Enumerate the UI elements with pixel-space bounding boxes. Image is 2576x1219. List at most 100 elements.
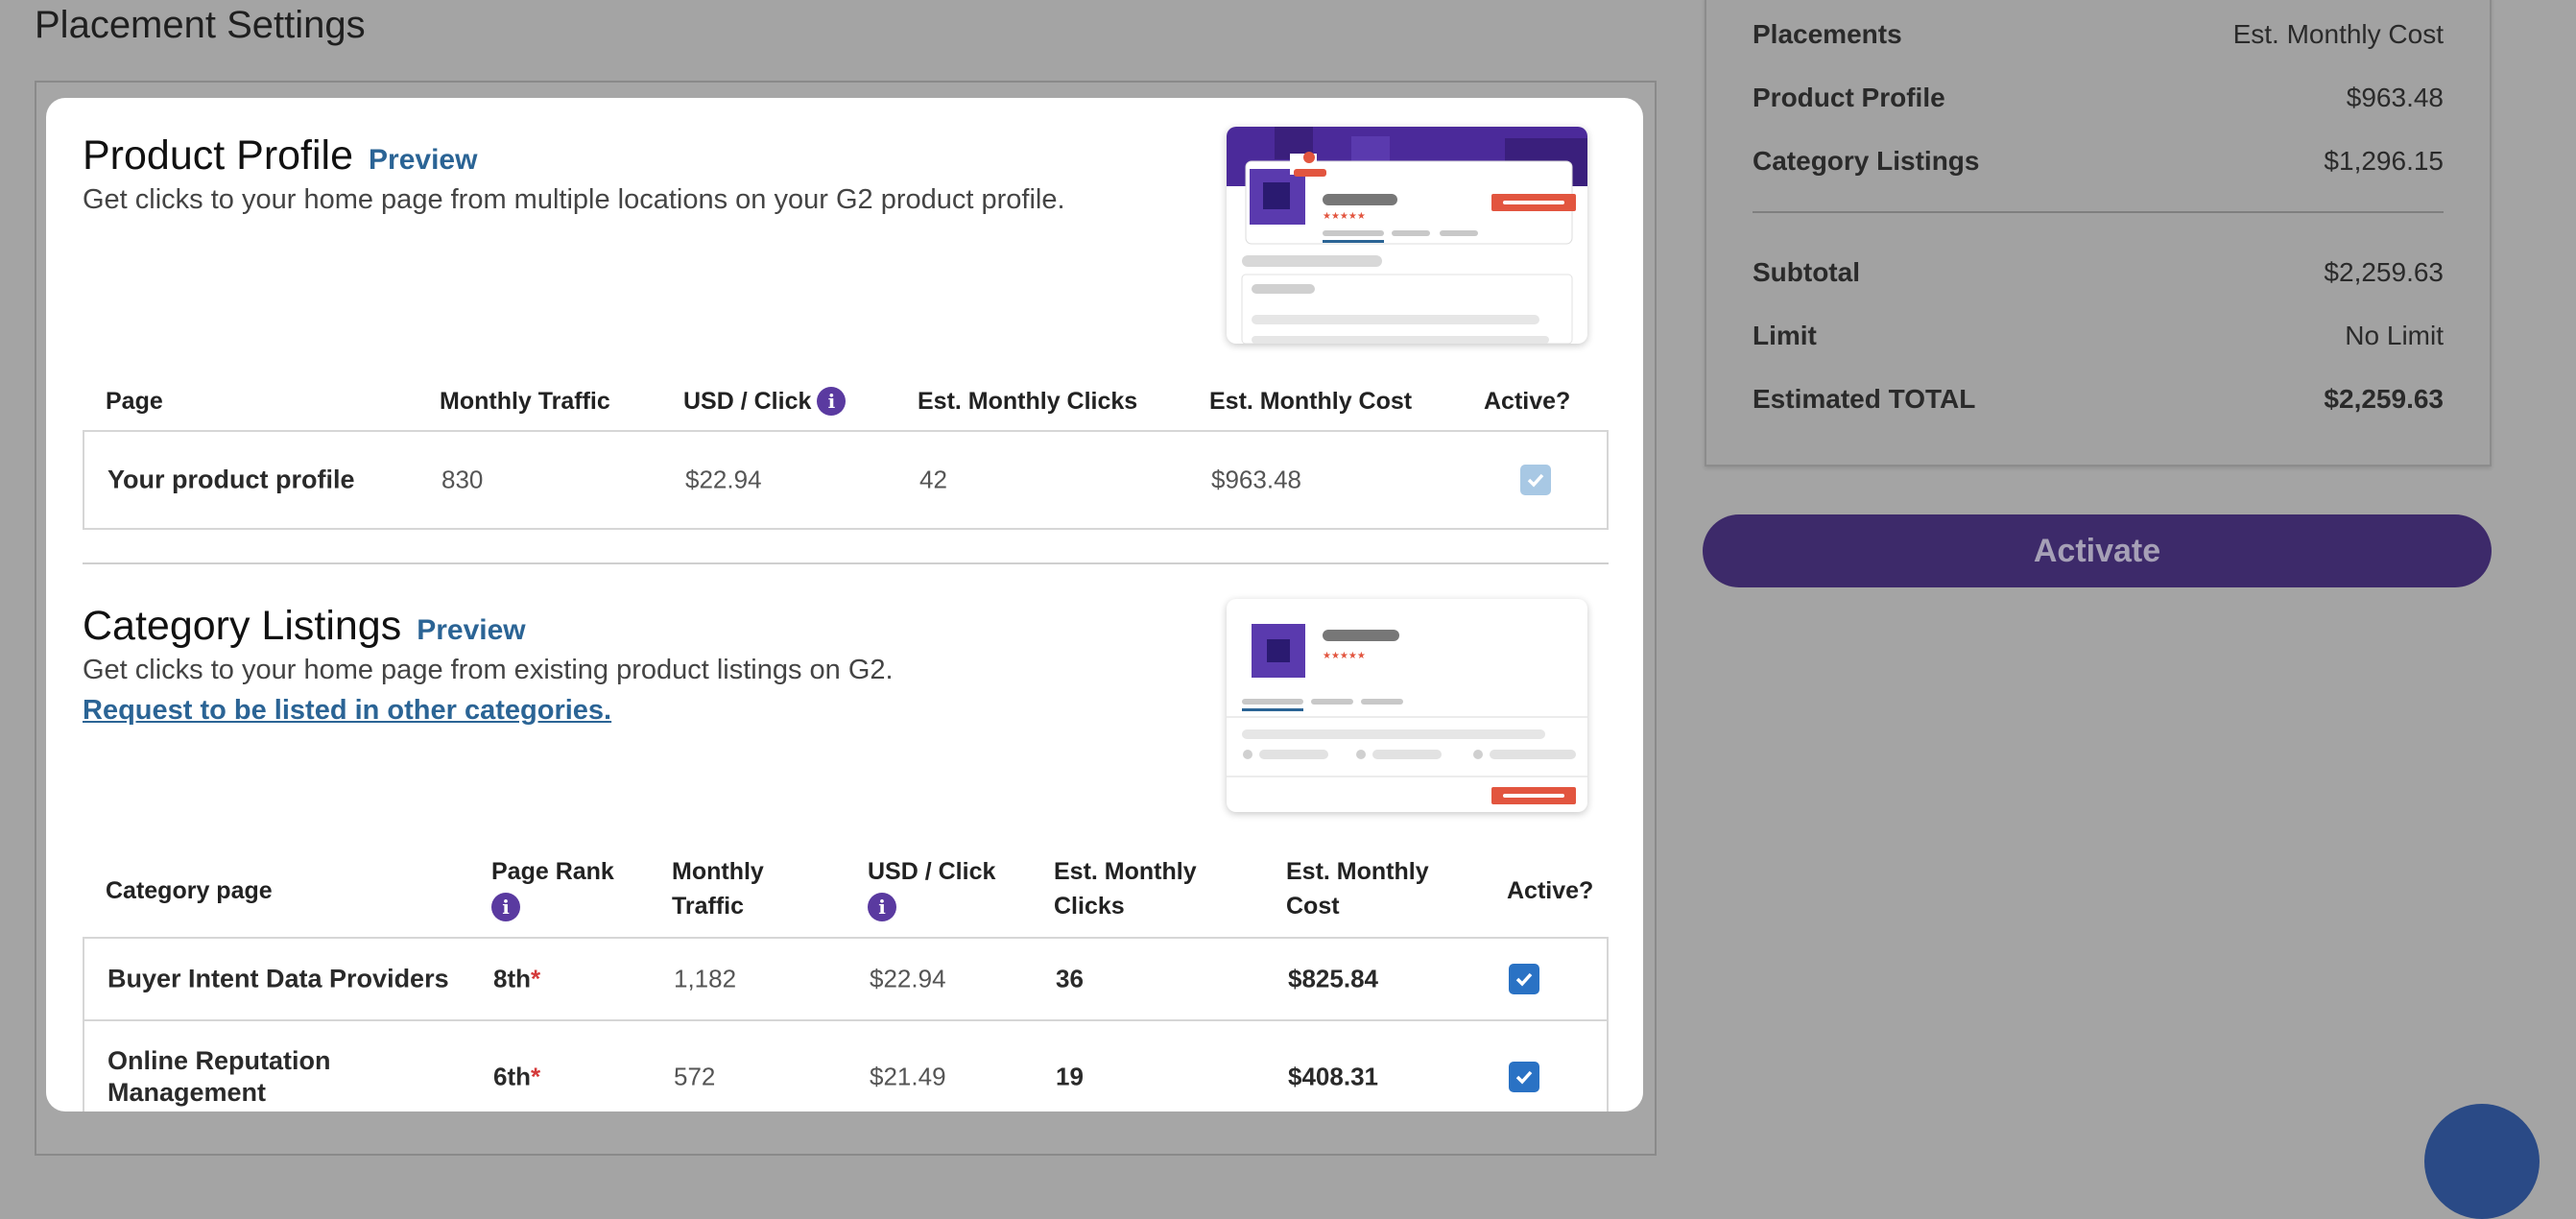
est-monthly-clicks: 36 (1056, 964, 1084, 993)
column-header-label: Traffic (672, 893, 745, 920)
column-header: Category page (106, 877, 273, 904)
monthly-traffic: 830 (441, 465, 484, 494)
column-header-monthly-traffic: Monthly Traffic (672, 854, 764, 923)
subtotal-value: $2,259.63 (2324, 257, 2444, 287)
check-icon (1515, 972, 1533, 987)
total-value: $2,259.63 (2324, 384, 2444, 414)
product-profile-preview-link[interactable]: Preview (369, 144, 477, 177)
page-title: Placement Settings (35, 4, 366, 46)
page-rank-value: 6th (493, 1062, 531, 1091)
page-rank-value: 8th (493, 964, 531, 993)
page-rank: 8th* (493, 965, 540, 994)
category-table: Buyer Intent Data Providers 8th* 1,182 $… (83, 937, 1609, 1111)
activate-button[interactable]: Activate (1703, 514, 2492, 587)
column-header-page-rank: Page Rank i (491, 854, 614, 923)
column-header-label: Cost (1286, 893, 1340, 920)
check-icon (1527, 473, 1544, 488)
category-listings-title: Category Listings (83, 603, 402, 649)
category-listings-description: Get clicks to your home page from existi… (83, 655, 894, 685)
est-monthly-cost: $963.48 (1211, 465, 1301, 494)
summary-header-row: Placements Est. Monthly Cost (1753, 15, 2444, 54)
product-profile-title: Product Profile (83, 132, 354, 179)
svg-text:★★★★★: ★★★★★ (1323, 211, 1366, 222)
info-icon[interactable]: i (868, 893, 896, 922)
rank-asterisk: * (531, 964, 541, 993)
subtotal-label: Subtotal (1753, 257, 1860, 287)
category-name-line: Management (107, 1078, 267, 1107)
column-header-est-monthly-clicks: Est. Monthly Clicks (1054, 854, 1197, 923)
chat-widget-button[interactable] (2424, 1104, 2540, 1219)
category-name: Online Reputation Management (107, 1045, 331, 1109)
column-header-label: USD / Click (868, 858, 996, 885)
product-profile-preview-image: ★★★★★ (1227, 127, 1587, 344)
est-monthly-cost: $825.84 (1288, 964, 1378, 993)
summary-row-limit: Limit No Limit (1753, 317, 2444, 355)
active-checkbox[interactable] (1509, 964, 1539, 994)
column-header: Active? (1484, 387, 1571, 415)
column-header: Active? (1507, 877, 1594, 904)
limit-value: No Limit (2345, 321, 2444, 350)
table-row: Buyer Intent Data Providers 8th* 1,182 $… (84, 939, 1607, 1021)
column-header-label: Page Rank (491, 858, 614, 885)
total-label: Estimated TOTAL (1753, 384, 1976, 414)
summary-header-label: Placements (1753, 19, 1902, 49)
summary-row-product-profile: Product Profile $963.48 (1753, 79, 2444, 117)
summary-row-label: Category Listings (1753, 146, 1980, 176)
product-profile-heading: Product Profile Preview (83, 132, 477, 179)
column-header-label: Monthly (672, 858, 764, 885)
limit-label: Limit (1753, 321, 1817, 350)
info-icon[interactable]: i (491, 893, 520, 922)
summary-row-subtotal: Subtotal $2,259.63 (1753, 253, 2444, 292)
usd-per-click: $22.94 (870, 964, 946, 993)
est-monthly-clicks: 19 (1056, 1062, 1084, 1091)
rank-asterisk: * (531, 1062, 541, 1091)
active-checkbox[interactable] (1509, 1062, 1539, 1092)
cost-summary-card: Placements Est. Monthly Cost Product Pro… (1705, 0, 2492, 466)
table-row: Online Reputation Management 6th* 572 $2… (84, 1021, 1607, 1111)
category-table-header: Category page Page Rank i Monthly Traffi… (83, 845, 1609, 937)
page-name: Your product profile (107, 465, 355, 494)
preview-modal: Product Profile Preview Get clicks to yo… (46, 98, 1643, 1111)
page-rank: 6th* (493, 1063, 540, 1092)
summary-row-value: $963.48 (2346, 83, 2444, 112)
category-listings-preview-thumbnail[interactable]: ★★★★★ (1227, 599, 1587, 812)
column-header-usd-click: USD / Click i (683, 387, 847, 416)
request-categories-link[interactable]: Request to be listed in other categories… (83, 695, 611, 727)
active-checkbox[interactable] (1520, 465, 1551, 495)
column-header-label: Est. Monthly (1286, 858, 1429, 885)
product-profile-table-header: Page Monthly Traffic USD / Click i Est. … (83, 382, 1609, 420)
summary-row-label: Product Profile (1753, 83, 1945, 112)
column-header: Monthly Traffic (440, 387, 610, 415)
product-profile-table: Your product profile 830 $22.94 42 $963.… (83, 430, 1609, 530)
product-profile-description: Get clicks to your home page from multip… (83, 184, 1065, 215)
info-icon[interactable]: i (817, 387, 847, 416)
product-profile-preview-thumbnail[interactable]: ★★★★★ (1227, 127, 1587, 344)
category-listings-heading: Category Listings Preview (83, 603, 526, 650)
monthly-traffic: 572 (674, 1062, 716, 1091)
column-header-label: Est. Monthly (1054, 858, 1197, 885)
summary-header-value: Est. Monthly Cost (2232, 19, 2444, 49)
category-name: Buyer Intent Data Providers (107, 964, 449, 995)
column-header: Est. Monthly Cost (1209, 387, 1413, 415)
est-monthly-clicks: 42 (919, 465, 947, 494)
summary-row-value: $1,296.15 (2324, 146, 2444, 176)
column-header-usd-click: USD / Click i (868, 854, 995, 923)
summary-divider (1753, 211, 2444, 213)
column-header: Est. Monthly Clicks (918, 387, 1138, 415)
section-divider (83, 562, 1609, 564)
summary-row-category-listings: Category Listings $1,296.15 (1753, 142, 2444, 180)
svg-text:★★★★★: ★★★★★ (1323, 651, 1366, 661)
est-monthly-cost: $408.31 (1288, 1062, 1378, 1091)
category-listings-preview-link[interactable]: Preview (417, 614, 525, 647)
column-header: Page (106, 387, 163, 415)
summary-row-total: Estimated TOTAL $2,259.63 (1753, 380, 2444, 418)
column-header-est-monthly-cost: Est. Monthly Cost (1286, 854, 1429, 923)
check-icon (1515, 1070, 1533, 1085)
monthly-traffic: 1,182 (674, 964, 737, 993)
column-header-label: Clicks (1054, 893, 1125, 920)
usd-per-click: $22.94 (685, 465, 762, 494)
table-row: Your product profile 830 $22.94 42 $963.… (84, 432, 1607, 528)
category-listings-preview-image: ★★★★★ (1227, 624, 1587, 804)
category-name-line: Buyer Intent Data Providers (107, 964, 449, 993)
column-header-label: USD / Click (683, 387, 812, 415)
